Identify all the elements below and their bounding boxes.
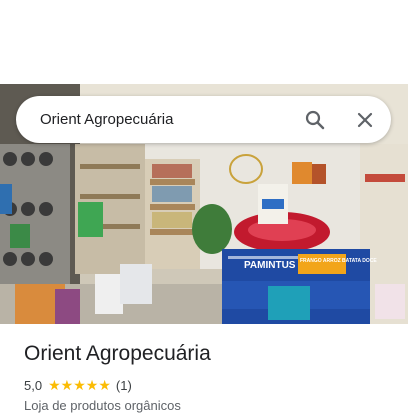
photo-bag-text: FRANGO ARROZ BATATA DOCE — [300, 258, 377, 264]
rating-value: 5,0 — [24, 377, 43, 393]
map-blank-area — [0, 0, 408, 84]
star-icon: ★ — [60, 377, 74, 393]
search-bar[interactable]: Orient Agropecuária — [16, 96, 391, 143]
photo-sign-text: PAMINTUS — [244, 260, 296, 271]
star-icon: ★ — [98, 377, 111, 393]
star-icon: ★ — [73, 377, 86, 393]
place-title: Orient Agropecuária — [24, 342, 211, 365]
search-icon[interactable] — [301, 106, 329, 134]
close-icon[interactable] — [351, 106, 379, 134]
star-icon: ★ — [85, 377, 99, 393]
rating-row[interactable]: 5,0 ★ ★ ★ ★ ★ (1) — [24, 376, 132, 394]
star-icon: ★ — [48, 377, 61, 393]
star-rating: ★ ★ ★ ★ ★ — [48, 378, 111, 392]
review-count[interactable]: (1) — [116, 378, 132, 393]
place-category: Loja de produtos orgânicos — [24, 398, 181, 413]
search-input[interactable]: Orient Agropecuária — [40, 111, 301, 128]
